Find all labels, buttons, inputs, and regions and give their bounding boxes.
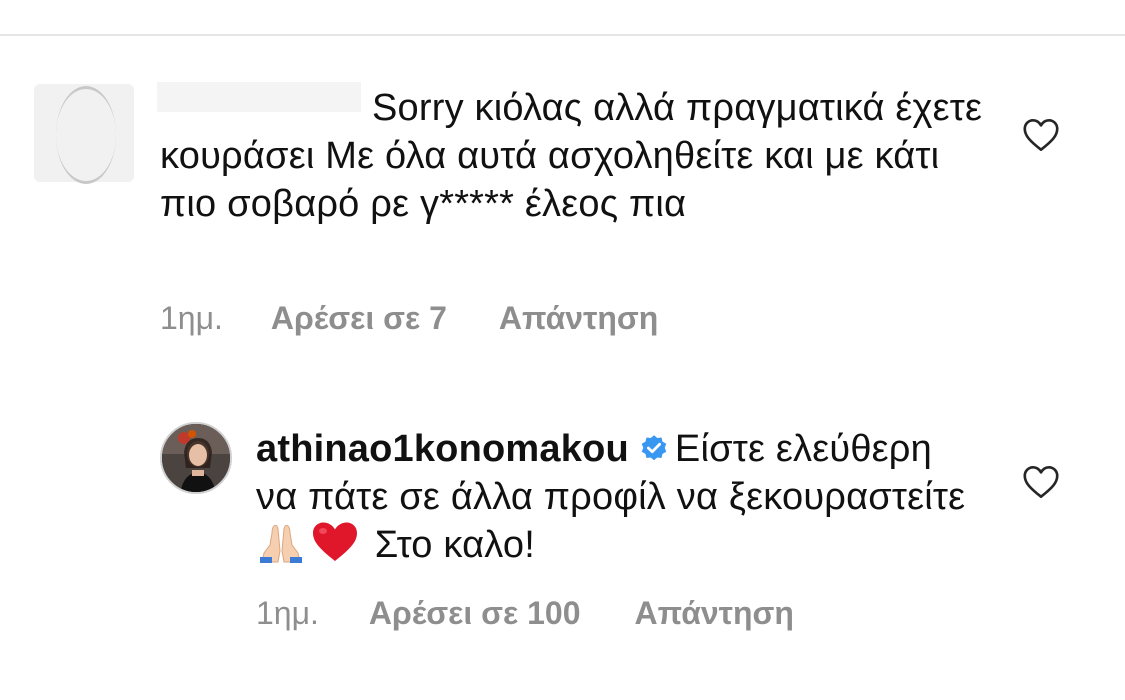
comment-body-end: Στο καλο! (374, 524, 536, 566)
likes-count-link[interactable]: Αρέσει σε 100 (369, 595, 581, 632)
heart-outline-icon[interactable] (1022, 465, 1060, 499)
avatar[interactable] (34, 84, 134, 184)
reply-button[interactable]: Απάντηση (499, 300, 658, 337)
comment-line: γ***** έλεος πια (420, 183, 687, 225)
comment-meta: 1ημ. Αρέσει σε 7 Απάντηση (160, 300, 658, 337)
comment-time: 1ημ. (256, 595, 319, 631)
comment-item: athinao1konomakou Είστε ελεύθερη να πάτε… (0, 410, 1125, 650)
verified-badge-icon (641, 435, 667, 461)
comment-line: Sorry κιόλας αλλά (372, 87, 676, 129)
heart-outline-icon[interactable] (1022, 118, 1060, 152)
comment-text: Sorry κιόλας αλλά πραγματικά έχετε κουρά… (160, 84, 990, 228)
profile-photo-icon (162, 424, 230, 492)
red-heart-icon (310, 521, 360, 563)
comment-time: 1ημ. (160, 300, 223, 336)
avatar[interactable] (160, 422, 232, 494)
comment-username[interactable]: athinao1konomakou (256, 428, 629, 470)
folded-hands-icon (256, 521, 306, 563)
top-divider (0, 34, 1125, 36)
comment-item: Sorry κιόλας αλλά πραγματικά έχετε κουρά… (0, 80, 1125, 360)
comment-meta: 1ημ. Αρέσει σε 100 Απάντηση (256, 595, 794, 632)
reply-button[interactable]: Απάντηση (634, 595, 793, 632)
comment-text: athinao1konomakou Είστε ελεύθερη να πάτε… (256, 425, 976, 569)
likes-count-link[interactable]: Αρέσει σε 7 (271, 300, 447, 337)
